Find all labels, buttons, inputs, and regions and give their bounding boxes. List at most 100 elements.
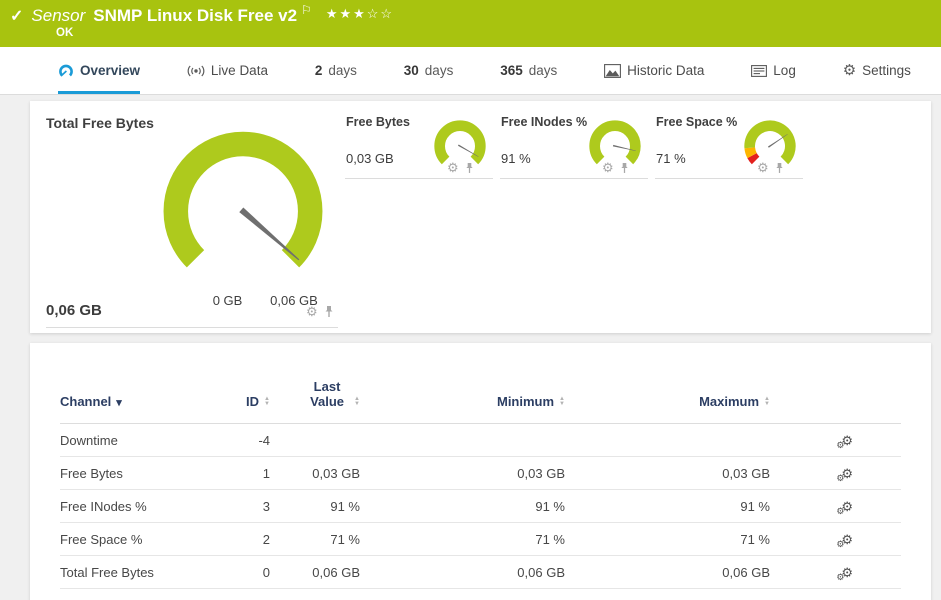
channel-minimum: 71 %: [360, 522, 565, 556]
channel-maximum: 71 %: [565, 522, 770, 556]
sort-arrows-icon: ▲ ▼: [354, 396, 360, 407]
column-header-minimum[interactable]: Minimum ▲ ▼: [360, 343, 565, 424]
channel-id: 0: [225, 555, 270, 589]
channel-id: 2: [225, 522, 270, 556]
channel-settings-icon[interactable]: ⚙ ⚙: [836, 533, 853, 549]
broadcast-icon: [187, 65, 205, 76]
tab-log[interactable]: Log: [751, 47, 796, 94]
channel-name[interactable]: Total Free Bytes: [60, 555, 225, 589]
gauge-toolbar: ⚙: [306, 305, 334, 318]
table-row[interactable]: Downtime -4 ⚙ ⚙: [60, 423, 901, 457]
channel-last-value: 91 %: [270, 489, 360, 523]
tab-unit: days: [424, 63, 454, 78]
channel-maximum: [565, 423, 770, 457]
divider: [345, 178, 493, 179]
channel-last-value: 0,06 GB: [270, 555, 360, 589]
table-row[interactable]: Free INodes % 3 91 % 91 % 91 % ⚙ ⚙: [60, 489, 901, 523]
gear-icon: ⚙: [842, 62, 857, 79]
column-header-settings: [770, 343, 901, 424]
tab-live-data[interactable]: Live Data: [187, 47, 268, 94]
tab-365-days[interactable]: 365 days: [500, 47, 557, 94]
sort-arrows-icon: ▲ ▼: [559, 396, 565, 407]
gear-icon[interactable]: ⚙: [757, 161, 769, 174]
tab-settings[interactable]: ⚙ Settings: [843, 47, 911, 94]
gauges-panel: Total Free Bytes 0 GB 0,06 GB 0,06 GB ⚙ …: [30, 101, 931, 333]
channel-name[interactable]: Free Space %: [60, 522, 225, 556]
flag-icon[interactable]: ⚐: [301, 3, 312, 17]
tab-unit: days: [328, 63, 357, 78]
channel-settings-icon[interactable]: ⚙ ⚙: [836, 500, 853, 516]
tab-unit: days: [528, 63, 558, 78]
divider: [655, 178, 803, 179]
table-row[interactable]: Free Bytes 1 0,03 GB 0,03 GB 0,03 GB ⚙ ⚙: [60, 456, 901, 490]
channel-last-value: 71 %: [270, 522, 360, 556]
sensor-status-bar: ✓ Sensor SNMP Linux Disk Free v2 ⚐ ★★★☆☆…: [0, 0, 941, 47]
gauge-scale-min: 0 GB: [212, 293, 243, 308]
gauge-value: 0,03 GB: [346, 151, 394, 166]
channel-settings-icon[interactable]: ⚙ ⚙: [836, 434, 853, 450]
channel-name[interactable]: Downtime: [60, 423, 225, 457]
channel-minimum: 0,03 GB: [360, 456, 565, 490]
channel-minimum: [360, 423, 565, 457]
channel-minimum: 91 %: [360, 489, 565, 523]
sensor-title-row: ✓ Sensor SNMP Linux Disk Free v2 ⚐ ★★★☆☆: [10, 3, 394, 26]
gauge-needle: [239, 207, 300, 261]
tab-label: Overview: [80, 63, 141, 78]
channel-table: Channel ▾ ID ▲ ▼ Last Value ▲ ▼ Minimum ▲ ▼ Max…: [60, 343, 901, 589]
priority-stars[interactable]: ★★★☆☆: [326, 6, 394, 22]
channel-id: 3: [225, 489, 270, 523]
column-header-id[interactable]: ID ▲ ▼: [225, 343, 270, 424]
area-chart-icon: [604, 63, 622, 78]
tab-label: Settings: [862, 63, 911, 78]
channel-id: -4: [225, 423, 270, 457]
total-free-bytes-gauge: [163, 131, 323, 268]
pin-icon[interactable]: [465, 162, 474, 174]
log-icon: [751, 64, 768, 77]
column-header-last-value[interactable]: Last Value ▲ ▼: [270, 343, 360, 424]
gauge-title: Free Bytes: [346, 115, 410, 129]
gear-icon[interactable]: ⚙: [602, 161, 614, 174]
gauge-toolbar: ⚙: [447, 161, 474, 174]
channel-minimum: 0,06 GB: [360, 555, 565, 589]
tab-number: 2: [314, 63, 323, 78]
pin-icon[interactable]: [324, 305, 334, 318]
channel-maximum: 0,06 GB: [565, 555, 770, 589]
column-header-channel[interactable]: Channel ▾: [60, 343, 225, 424]
gauge-cell-free-inodes: Free INodes % 91 % ⚙: [500, 101, 648, 185]
tab-label: Log: [773, 63, 796, 78]
channel-settings-icon[interactable]: ⚙ ⚙: [836, 566, 853, 582]
column-header-maximum[interactable]: Maximum ▲ ▼: [565, 343, 770, 424]
divider: [46, 327, 338, 328]
gauge-value: 71 %: [656, 151, 686, 166]
tab-number: 30: [403, 63, 419, 78]
status-badge: OK: [56, 27, 74, 39]
tab-number: 365: [500, 63, 523, 78]
table-row[interactable]: Total Free Bytes 0 0,06 GB 0,06 GB 0,06 …: [60, 555, 901, 589]
channels-panel: Channel ▾ ID ▲ ▼ Last Value ▲ ▼ Minimum ▲ ▼ Max…: [30, 343, 931, 600]
gauge-cell-free-space: Free Space % 71 % ⚙: [655, 101, 803, 185]
channel-maximum: 0,03 GB: [565, 456, 770, 490]
tab-label: Live Data: [210, 63, 268, 78]
gauge-title: Free Space %: [656, 115, 738, 129]
tab-historic-data[interactable]: Historic Data: [604, 47, 704, 94]
pin-icon[interactable]: [620, 162, 629, 174]
tab-overview[interactable]: Overview: [58, 47, 141, 94]
gauge-icon: [59, 64, 73, 77]
tab-2-days[interactable]: 2 days: [315, 47, 357, 94]
gear-icon[interactable]: ⚙: [306, 305, 318, 318]
channel-maximum: 91 %: [565, 489, 770, 523]
sort-arrows-icon: ▲ ▼: [264, 396, 270, 407]
channel-table-body: Downtime -4 ⚙ ⚙ Free Bytes 1 0,03 GB 0,03…: [60, 423, 901, 589]
divider: [500, 178, 648, 179]
gauge-value: 91 %: [501, 151, 531, 166]
gear-icon[interactable]: ⚙: [447, 161, 459, 174]
pin-icon[interactable]: [775, 162, 784, 174]
tab-bar: Overview Live Data 2 days 30 days 365 da…: [0, 47, 941, 95]
channel-name[interactable]: Free INodes %: [60, 489, 225, 523]
tab-30-days[interactable]: 30 days: [404, 47, 454, 94]
channel-last-value: 0,03 GB: [270, 456, 360, 490]
channel-settings-icon[interactable]: ⚙ ⚙: [836, 467, 853, 483]
channel-name[interactable]: Free Bytes: [60, 456, 225, 490]
table-row[interactable]: Free Space % 2 71 % 71 % 71 % ⚙ ⚙: [60, 522, 901, 556]
sort-arrows-icon: ▲ ▼: [764, 396, 770, 407]
